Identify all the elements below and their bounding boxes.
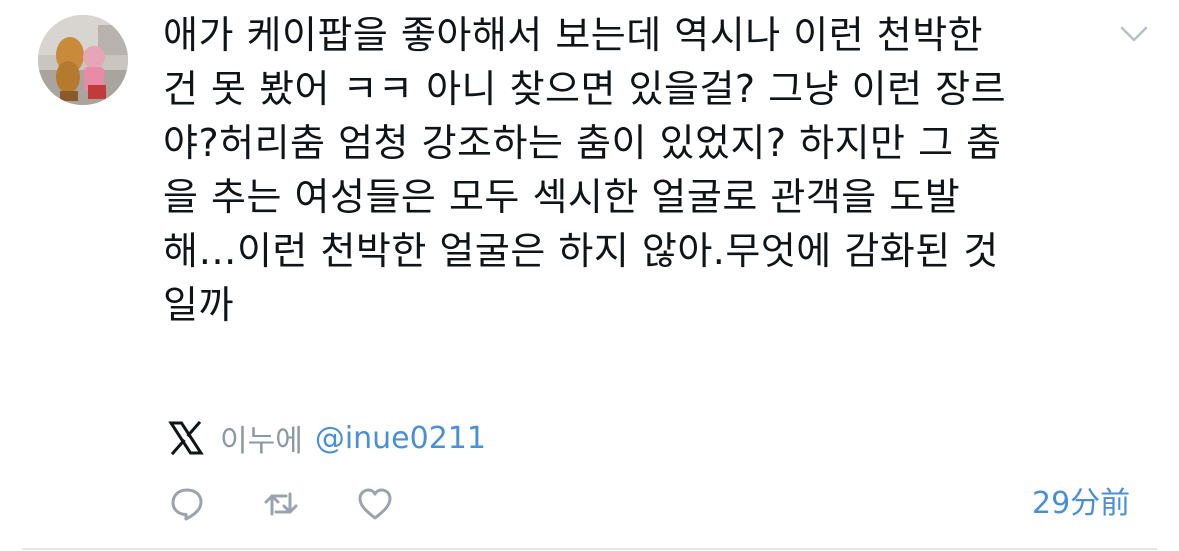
divider [22,548,1157,550]
author-display-name: 이누에 [220,424,303,459]
avatar-image [38,15,128,105]
tweet-actions [168,484,394,524]
retweet-icon[interactable] [262,485,300,523]
tweet-timestamp[interactable]: 29分前 [1032,484,1130,524]
avatar[interactable] [38,15,128,105]
heart-icon[interactable] [356,485,394,523]
reply-icon[interactable] [168,485,206,523]
author-row: 이누에 @inue0211 [168,418,486,459]
x-logo-icon [168,420,204,456]
author-handle-link[interactable]: @inue0211 [315,421,486,456]
tweet-text: 애가 케이팝을 좋아해서 보는데 역시나 이런 천박한 건 못 봤어 ㅋㅋ 아니… [163,13,1007,327]
